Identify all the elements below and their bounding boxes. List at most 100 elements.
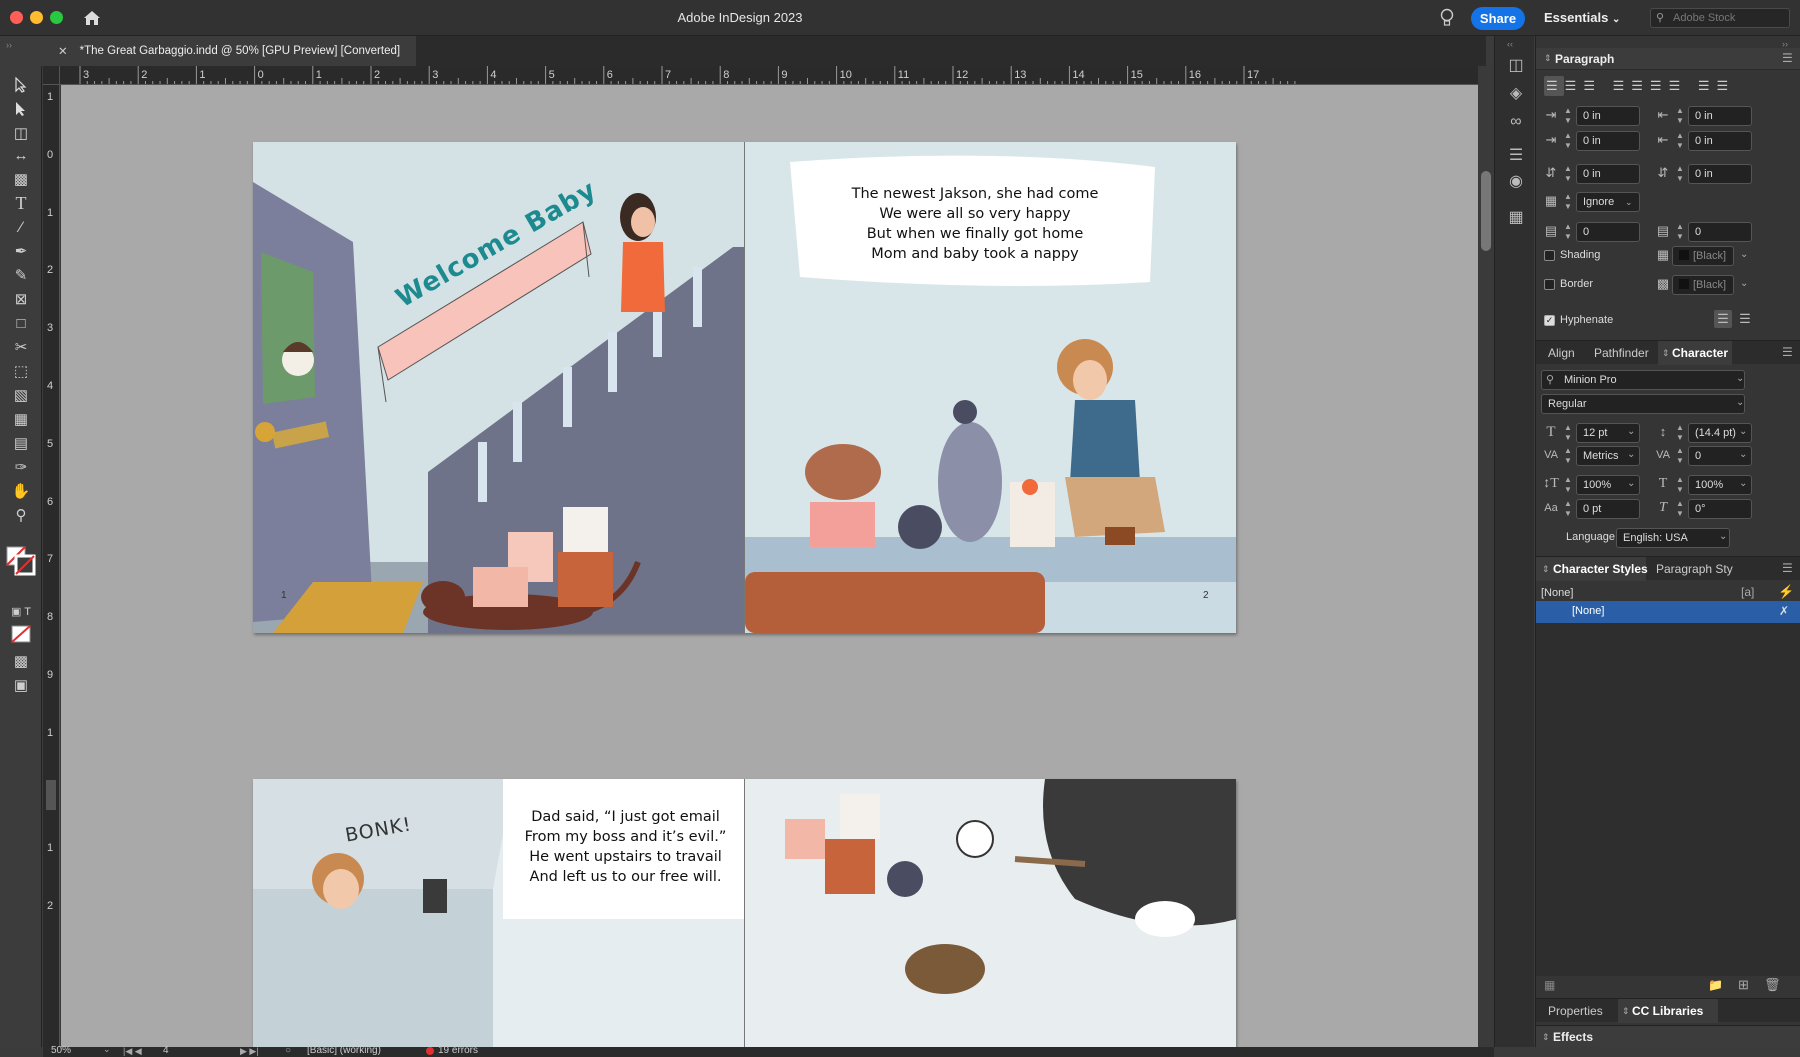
border-color-field[interactable]: [Black] (1672, 275, 1734, 295)
collapse-strip-icon[interactable]: ‹‹ (1507, 39, 1513, 49)
document-tab[interactable]: ✕ *The Great Garbaggio.indd @ 50% [GPU P… (46, 36, 416, 66)
page-2[interactable]: The newest Jakson, she had come We were … (744, 142, 1236, 633)
right-indent-stepper[interactable]: ▲ ▼ (1674, 106, 1686, 126)
new-group-icon[interactable]: 📁 (1708, 978, 1723, 992)
tab-character-styles[interactable]: Character Styles (1553, 562, 1648, 576)
gradient-swatch-tool-icon[interactable]: ▧ (9, 384, 33, 406)
style-list-area[interactable] (1536, 623, 1800, 976)
baseline-shift-stepper[interactable]: ▲ ▼ (1562, 499, 1574, 519)
shading-color-field[interactable]: [Black] (1672, 246, 1734, 266)
tab-cc-libraries[interactable]: CC Libraries (1632, 1004, 1703, 1018)
tab-pathfinder[interactable]: Pathfinder (1594, 346, 1649, 360)
tab-properties[interactable]: Properties (1548, 1004, 1603, 1018)
chevron-down-icon[interactable]: ⌄ (1740, 249, 1748, 260)
border-checkbox[interactable] (1544, 279, 1555, 290)
justify-left-icon[interactable]: ☰ (1613, 78, 1632, 93)
align-to-grid-select[interactable]: Ignore ⌄ (1576, 192, 1640, 212)
drop-cap-lines-field[interactable]: 0 (1576, 222, 1640, 242)
stroke-panel-icon[interactable]: ☰ (1506, 146, 1526, 166)
first-line-indent-stepper[interactable]: ▲ ▼ (1562, 131, 1574, 151)
page-tool-icon[interactable]: ◫ (9, 122, 33, 144)
tab-paragraph-styles[interactable]: Paragraph Sty (1656, 562, 1733, 576)
spread-1[interactable]: Welcome Baby 1 The newest Jakson, she ha… (253, 142, 1236, 633)
panel-toggle-icon[interactable]: ⇕ (1542, 564, 1550, 575)
ruler-origin[interactable] (43, 66, 60, 85)
horizontal-scale-stepper[interactable]: ▲ ▼ (1674, 475, 1686, 495)
align-left-icon[interactable]: ☰ (1546, 78, 1565, 93)
zoom-level[interactable]: 50% (51, 1045, 71, 1057)
page-3[interactable]: BONK! Dad said, “I just got email From m… (253, 779, 744, 1047)
space-after-stepper[interactable]: ▲ ▼ (1674, 164, 1686, 184)
skew-field[interactable]: 0° (1688, 499, 1752, 519)
space-after-field[interactable]: 0 in (1688, 164, 1752, 184)
chevron-down-icon[interactable]: ⌄ (1740, 278, 1748, 289)
load-styles-icon[interactable]: ▦ (1544, 978, 1555, 992)
scissors-tool-icon[interactable]: ✂ (9, 336, 33, 358)
direct-selection-tool-icon[interactable] (9, 98, 33, 120)
close-tab-icon[interactable]: ✕ (58, 44, 68, 58)
vertical-ruler[interactable]: 101234567891012 (43, 85, 60, 1047)
language-select[interactable]: English: USA (1616, 528, 1730, 548)
panel-collapse-toggle[interactable]: ›› (0, 36, 46, 66)
eyedropper-tool-icon[interactable]: ✑ (9, 456, 33, 478)
formatting-affects-icon[interactable]: ▣ T (9, 600, 33, 622)
tab-character[interactable]: Character (1672, 346, 1728, 360)
pencil-tool-icon[interactable]: ✎ (9, 264, 33, 286)
line-tool-icon[interactable]: ∕ (9, 216, 33, 238)
chevron-down-icon[interactable]: ⌄ (1627, 449, 1635, 460)
justify-center-icon[interactable]: ☰ (1631, 78, 1650, 93)
drop-cap-chars-field[interactable]: 0 (1688, 222, 1752, 242)
shading-swatch-icon[interactable]: ▦ (1654, 246, 1672, 264)
panel-menu-icon[interactable]: ☰ (1782, 561, 1793, 575)
apply-none-icon[interactable] (10, 624, 32, 644)
preflight-profile[interactable]: [Basic] (working) (307, 1045, 381, 1057)
lightning-icon[interactable]: ⚡ (1778, 584, 1794, 600)
zoom-tool-icon[interactable]: ⚲ (9, 504, 33, 526)
pages-panel-icon[interactable]: ◫ (1506, 56, 1526, 76)
preflight-icon[interactable]: ○ (285, 1045, 291, 1057)
chevron-down-icon[interactable]: ⌄ (1736, 373, 1744, 384)
chevron-down-icon[interactable]: ⌄ (1739, 478, 1747, 489)
last-line-indent-stepper[interactable]: ▲ ▼ (1674, 131, 1686, 151)
pasteboard[interactable]: Welcome Baby 1 The newest Jakson, she ha… (61, 85, 1478, 1047)
type-tool-icon[interactable]: T (9, 192, 33, 214)
panel-toggle-icon[interactable]: ⇕ (1544, 53, 1552, 64)
skew-stepper[interactable]: ▲ ▼ (1674, 499, 1686, 519)
tracking-stepper[interactable]: ▲ ▼ (1674, 446, 1686, 466)
new-style-icon[interactable]: ⊞ (1738, 977, 1749, 993)
layers-panel-icon[interactable]: ◈ (1506, 84, 1526, 104)
kerning-stepper[interactable]: ▲ ▼ (1562, 446, 1574, 466)
chevron-down-icon[interactable]: ⌄ (1739, 426, 1747, 437)
gradient-feather-tool-icon[interactable]: ▦ (9, 408, 33, 430)
links-panel-icon[interactable]: ∞ (1506, 112, 1526, 132)
align-to-grid-stepper[interactable]: ▲ ▼ (1562, 192, 1574, 212)
justify-all-icon[interactable]: ☰ (1669, 78, 1688, 93)
content-collector-icon[interactable]: ▩ (9, 168, 33, 190)
page-nav-first-prev[interactable]: |◀ ◀ (123, 1045, 142, 1057)
adobe-stock-search[interactable]: ⚲ Adobe Stock (1650, 8, 1790, 28)
shading-checkbox[interactable] (1544, 250, 1555, 261)
first-line-indent-field[interactable]: 0 in (1576, 131, 1640, 151)
panel-menu-icon[interactable]: ☰ (1782, 51, 1793, 65)
delete-style-icon[interactable]: 🗑 (1764, 977, 1781, 993)
leading-stepper[interactable]: ▲ ▼ (1674, 423, 1686, 443)
page-nav-next-last[interactable]: ▶ ▶| (240, 1045, 259, 1057)
space-before-stepper[interactable]: ▲ ▼ (1562, 164, 1574, 184)
note-tool-icon[interactable]: ▤ (9, 432, 33, 454)
fill-stroke-swatch[interactable] (6, 546, 36, 576)
vertical-scale-stepper[interactable]: ▲ ▼ (1562, 475, 1574, 495)
drop-cap-lines-stepper[interactable]: ▲ ▼ (1562, 222, 1574, 242)
effects-panel-header[interactable]: ⇕ Effects (1536, 1025, 1800, 1047)
pen-tool-icon[interactable]: ✒ (9, 240, 33, 262)
chevron-down-icon[interactable]: ⌄ (1739, 449, 1747, 460)
font-family-select[interactable]: ⚲ Minion Pro (1541, 370, 1745, 390)
error-count[interactable]: 19 errors (438, 1045, 478, 1057)
align-right-icon[interactable]: ☰ (1583, 78, 1602, 93)
left-indent-stepper[interactable]: ▲ ▼ (1562, 106, 1574, 126)
justify-right-icon[interactable]: ☰ (1650, 78, 1669, 93)
align-towards-spine-icon[interactable]: ☰ (1698, 78, 1717, 93)
left-indent-field[interactable]: 0 in (1576, 106, 1640, 126)
lightbulb-icon[interactable] (1440, 8, 1454, 28)
hyphenate-checkbox[interactable]: ✓ (1544, 315, 1555, 326)
spread-2[interactable]: BONK! Dad said, “I just got email From m… (253, 779, 1236, 1047)
